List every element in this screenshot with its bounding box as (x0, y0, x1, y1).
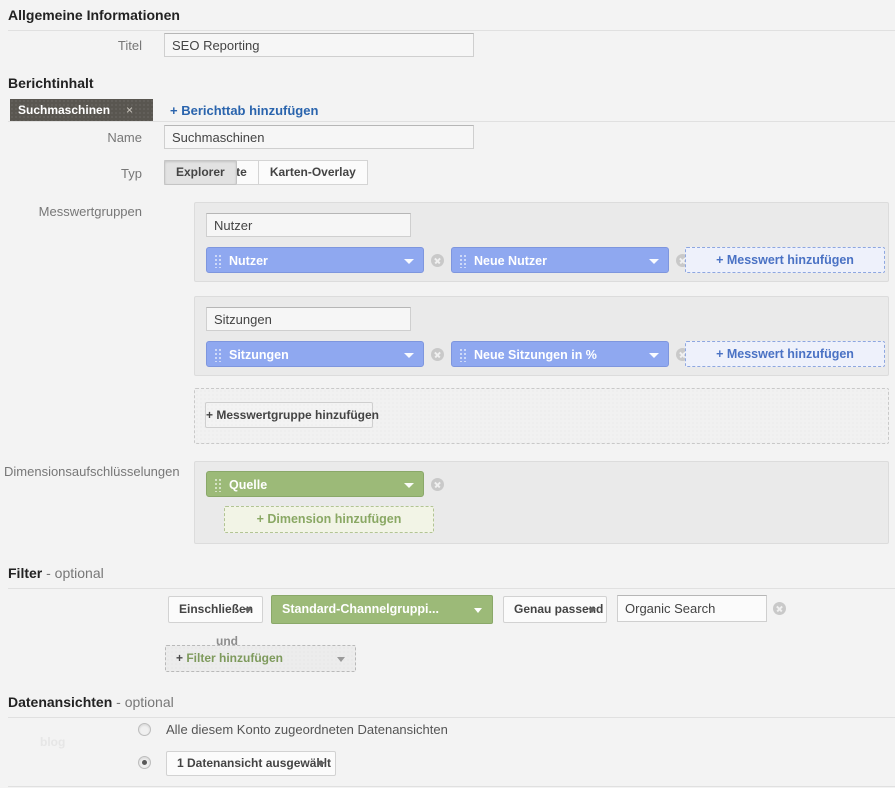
filter-value-input[interactable] (617, 595, 767, 622)
filter-match-select[interactable]: Genau passend (503, 596, 607, 623)
add-filter-label: + Filter hinzufügen (176, 646, 283, 671)
metric-group-1-name-input[interactable] (206, 213, 411, 237)
add-filter-text: Filter hinzufügen (186, 651, 283, 665)
chevron-down-icon (244, 608, 252, 613)
divider-filter (8, 588, 895, 589)
add-report-tab-link[interactable]: + Berichttab hinzufügen (170, 103, 318, 118)
drag-handle-icon[interactable] (459, 348, 466, 362)
chevron-down-icon (404, 483, 414, 488)
metric-chip-neue-nutzer[interactable]: Neue Nutzer (451, 247, 669, 273)
report-name-input[interactable] (164, 125, 474, 149)
chevron-down-icon (404, 259, 414, 264)
divider-views (8, 717, 895, 718)
metric-group-2: Sitzungen Neue Sitzungen in % + Messwert… (194, 296, 889, 376)
views-optional: - optional (112, 694, 173, 710)
metric-group-2-name-input[interactable] (206, 307, 411, 331)
chevron-down-icon (588, 608, 596, 613)
chevron-down-icon (649, 259, 659, 264)
filter-mode-select[interactable]: Einschließen (168, 596, 263, 623)
remove-filter-icon[interactable] (773, 602, 786, 615)
chevron-down-icon (649, 353, 659, 358)
views-ghost-label: blog (40, 735, 65, 749)
section-header-report-content: Berichtinhalt (8, 75, 94, 91)
add-filter-plus: + (176, 651, 186, 665)
dimension-group: Quelle + Dimension hinzufügen (194, 461, 889, 544)
divider-bottom (8, 786, 895, 787)
add-metric-button-group-1[interactable]: + Messwert hinzufügen (685, 247, 885, 273)
metric-chip-label: Nutzer (229, 248, 268, 273)
filter-dimension-select[interactable]: Standard-Channelgruppi... (271, 595, 493, 624)
metric-chip-label: Neue Nutzer (474, 248, 547, 273)
dimensions-label: Dimensionsaufschlüsselungen (4, 464, 142, 479)
add-metric-button-group-2[interactable]: + Messwert hinzufügen (685, 341, 885, 367)
radio-all-views-label: Alle diesem Konto zugeordneten Datenansi… (166, 722, 448, 737)
divider-general (8, 30, 895, 31)
drag-handle-icon[interactable] (214, 348, 221, 362)
views-title: Datenansichten (8, 694, 112, 710)
name-field-label: Name (60, 130, 142, 145)
filter-title: Filter (8, 565, 42, 581)
chevron-down-icon (404, 353, 414, 358)
add-filter-select[interactable]: + Filter hinzufügen (165, 645, 356, 672)
report-title-input[interactable] (164, 33, 474, 57)
title-field-label: Titel (60, 38, 142, 53)
section-header-general: Allgemeine Informationen (8, 7, 180, 23)
views-select-value: 1 Datenansicht ausgewählt (177, 752, 331, 775)
filter-mode-value: Einschließen (179, 597, 253, 622)
metric-chip-neue-sitzungen[interactable]: Neue Sitzungen in % (451, 341, 669, 367)
drag-handle-icon[interactable] (214, 254, 221, 268)
report-type-karten-overlay[interactable]: Karten-Overlay (259, 160, 368, 185)
report-tab-label: Suchmaschinen (18, 103, 110, 117)
drag-handle-icon[interactable] (214, 478, 221, 492)
metric-group-1: Nutzer Neue Nutzer + Messwert hinzufügen (194, 202, 889, 282)
metric-chip-sitzungen[interactable]: Sitzungen (206, 341, 424, 367)
add-metric-group-button[interactable]: + Messwertgruppe hinzufügen (205, 402, 373, 428)
remove-dimension-quelle-icon[interactable] (431, 478, 444, 491)
report-tab-suchmaschinen[interactable]: Suchmaschinen × (10, 99, 153, 121)
add-dimension-button[interactable]: + Dimension hinzufügen (224, 506, 434, 533)
report-type-explorer[interactable]: Explorer (164, 160, 237, 185)
add-metric-group-dropzone: + Messwertgruppe hinzufügen (194, 388, 889, 444)
dimension-chip-label: Quelle (229, 472, 267, 497)
radio-selected-views[interactable] (138, 756, 151, 769)
dimension-chip-quelle[interactable]: Quelle (206, 471, 424, 497)
metric-groups-label: Messwertgruppen (20, 204, 142, 219)
chevron-down-icon (317, 762, 325, 767)
remove-metric-sitzungen-icon[interactable] (431, 348, 444, 361)
section-header-views: Datenansichten - optional (8, 694, 174, 710)
type-field-label: Typ (60, 166, 142, 181)
divider-report-content (8, 121, 895, 122)
filter-optional: - optional (42, 565, 103, 581)
radio-all-views[interactable] (138, 723, 151, 736)
drag-handle-icon[interactable] (459, 254, 466, 268)
report-tab-close-icon[interactable]: × (126, 103, 133, 117)
metric-chip-nutzer[interactable]: Nutzer (206, 247, 424, 273)
metric-chip-label: Sitzungen (229, 342, 289, 367)
chevron-down-icon (474, 608, 482, 613)
filter-dimension-value: Standard-Channelgruppi... (282, 596, 439, 623)
remove-metric-nutzer-icon[interactable] (431, 254, 444, 267)
report-type-button-group[interactable]: Explorer Tabellenliste Karten-Overlay (164, 160, 368, 185)
report-builder-form: Allgemeine Informationen Titel Berichtin… (0, 0, 895, 788)
section-header-filter: Filter - optional (8, 565, 104, 581)
chevron-down-icon (337, 657, 345, 662)
metric-chip-label: Neue Sitzungen in % (474, 342, 597, 367)
views-select[interactable]: 1 Datenansicht ausgewählt (166, 751, 336, 776)
